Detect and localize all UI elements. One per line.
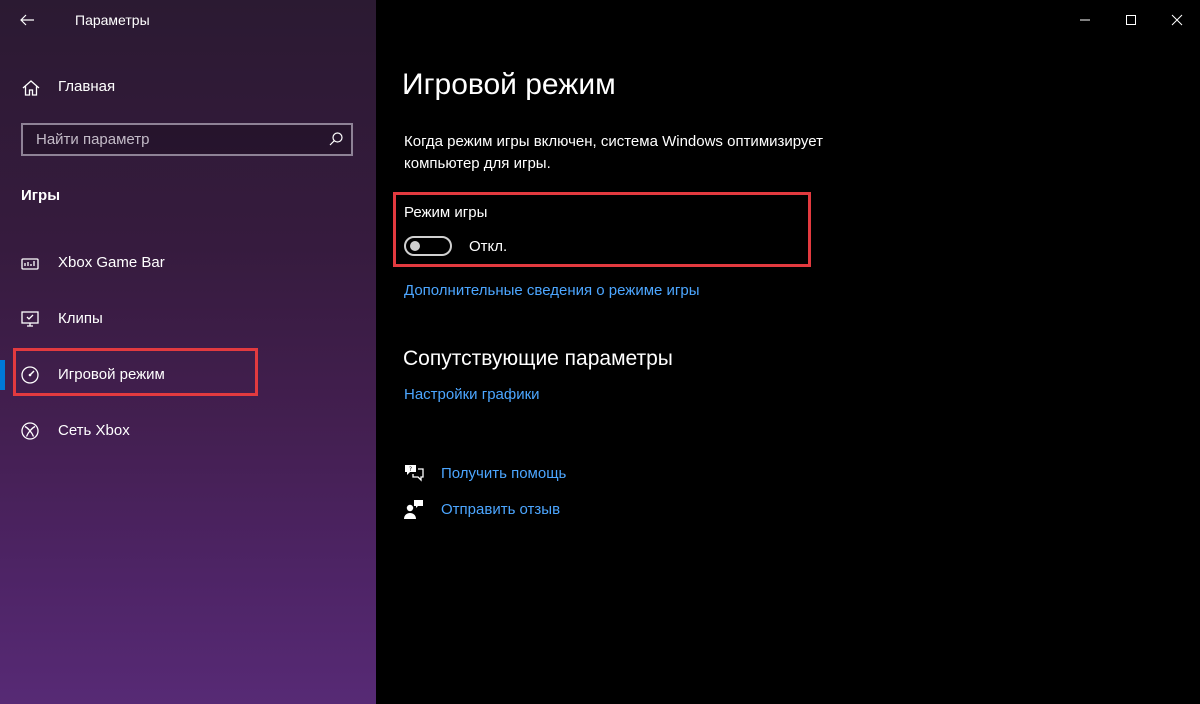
- more-info-link[interactable]: Дополнительные сведения о режиме игры: [404, 282, 700, 299]
- page-description: Когда режим игры включен, система Window…: [404, 133, 823, 172]
- search-input[interactable]: [23, 125, 323, 154]
- minimize-button[interactable]: [1062, 0, 1108, 40]
- clips-icon: [21, 311, 39, 327]
- sidebar-item-label: Главная: [58, 78, 116, 95]
- sidebar-item-label: Xbox Game Bar: [58, 254, 165, 271]
- send-feedback-label: Отправить отзыв: [441, 501, 561, 518]
- sidebar-item-xbox-network[interactable]: Сеть Xbox: [0, 411, 376, 451]
- toggle-state-text: Откл.: [469, 238, 508, 255]
- sidebar-item-home[interactable]: Главная: [0, 70, 376, 104]
- svg-text:?: ?: [409, 466, 412, 473]
- minimize-icon: [1080, 19, 1090, 21]
- help-chat-icon: ?: [405, 465, 424, 482]
- maximize-button[interactable]: [1108, 0, 1154, 40]
- close-button[interactable]: [1154, 0, 1200, 40]
- section-title: Игры: [21, 187, 61, 204]
- title-bar: Параметры: [0, 0, 376, 40]
- game-mode-toggle[interactable]: [404, 236, 452, 256]
- sidebar-item-label: Сеть Xbox: [58, 422, 130, 439]
- home-icon: [22, 80, 40, 96]
- main-content: Игровой режим Когда режим игры включен, …: [376, 0, 1200, 704]
- sidebar-item-game-mode[interactable]: Игровой режим: [0, 355, 376, 395]
- selected-indicator: [0, 360, 5, 390]
- game-mode-toggle-label: Режим игры: [404, 204, 488, 221]
- window-controls: [1062, 0, 1200, 40]
- search-icon[interactable]: [328, 131, 344, 147]
- sidebar-item-label: Игровой режим: [58, 366, 165, 383]
- page-title: Игровой режим: [402, 68, 616, 101]
- xbox-icon: [21, 422, 39, 440]
- back-arrow-icon: [20, 14, 34, 26]
- sidebar-item-clips[interactable]: Клипы: [0, 299, 376, 339]
- graphics-settings-link[interactable]: Настройки графики: [404, 386, 540, 403]
- sidebar-item-label: Клипы: [58, 310, 103, 327]
- window-title: Параметры: [75, 12, 150, 28]
- related-settings-title: Сопутствующие параметры: [403, 347, 673, 370]
- close-icon: [1171, 14, 1183, 26]
- back-button[interactable]: [0, 0, 54, 40]
- sidebar-item-xbox-game-bar[interactable]: Xbox Game Bar: [0, 243, 376, 283]
- search-box: [21, 123, 353, 156]
- maximize-icon: [1126, 15, 1136, 25]
- toggle-knob: [410, 241, 420, 251]
- game-mode-icon: [21, 366, 39, 384]
- xbox-game-bar-icon: [21, 258, 39, 270]
- sidebar: Параметры Главная Игры Xbox Game Bar: [0, 0, 376, 704]
- feedback-person-icon: [404, 500, 423, 519]
- settings-window: Параметры Главная Игры Xbox Game Bar: [0, 0, 1200, 704]
- get-help-label: Получить помощь: [441, 465, 567, 482]
